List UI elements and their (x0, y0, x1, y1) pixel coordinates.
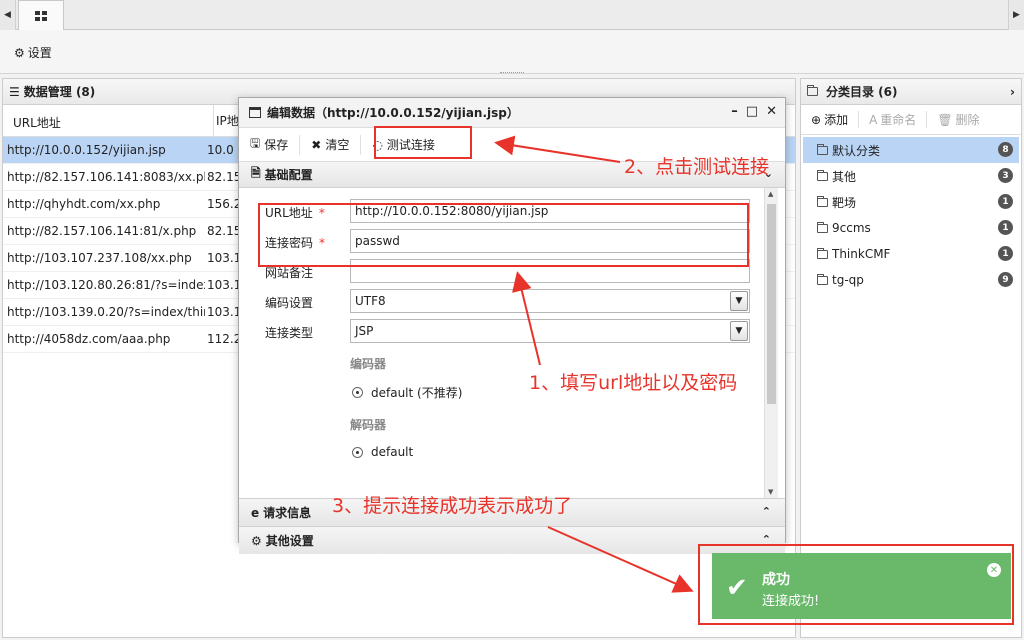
chevron-down-icon: ▼ (730, 321, 748, 341)
folder-icon (817, 169, 828, 181)
category-item[interactable]: 默认分类 8 (803, 137, 1019, 163)
radio-icon (352, 387, 363, 398)
floppy-icon: 🖫 (250, 136, 261, 150)
highlight-credentials (258, 203, 749, 267)
list-icon: ☰ (9, 84, 20, 99)
category-item[interactable]: 其他 3 (803, 163, 1019, 189)
highlight-test-button (374, 126, 472, 159)
rename-category-button[interactable]: A 重命名 (859, 111, 928, 128)
chevron-down-icon: ▼ (730, 291, 748, 311)
category-item[interactable]: 靶场 1 (803, 189, 1019, 215)
column-ip[interactable]: IP地 (213, 105, 239, 137)
tab-bar: ◀ ▶ (0, 0, 1024, 31)
plus-icon: ⊕ (811, 112, 822, 127)
count-badge: 9 (998, 272, 1013, 287)
encoding-select[interactable]: UTF8 ▼ (350, 289, 750, 313)
count-badge: 3 (998, 168, 1013, 183)
count-badge: 1 (998, 246, 1013, 261)
category-panel-header: 分类目录 (6) › (801, 79, 1021, 105)
scroll-up-icon[interactable]: ▲ (768, 190, 773, 198)
font-icon: A (869, 112, 878, 127)
category-item[interactable]: tg-qp 9 (803, 267, 1019, 293)
settings-button[interactable]: ⚙ 设置 (14, 44, 52, 61)
toast-message: 连接成功! (762, 594, 820, 609)
window-icon (249, 107, 261, 118)
decoder-radio-default[interactable]: default (352, 445, 413, 459)
maximize-icon[interactable]: □ (746, 104, 758, 119)
resize-handle[interactable] (500, 72, 524, 75)
form-scrollbar[interactable]: ▲ ▼ (764, 188, 778, 498)
scroll-left-icon[interactable]: ◀ (0, 0, 16, 30)
folder-icon (817, 195, 828, 207)
type-select[interactable]: JSP ▼ (350, 319, 750, 343)
annotation-step3: 3、提示连接成功表示成功了 (332, 495, 573, 517)
category-toolbar: ⊕ 添加 A 重命名 🗑 删除 (801, 105, 1021, 135)
scrollbar-thumb[interactable] (767, 204, 776, 404)
close-icon[interactable]: ✕ (987, 563, 1001, 577)
close-icon[interactable]: ✕ (766, 104, 777, 119)
type-label: 连接类型 (265, 326, 314, 340)
decoder-heading: 解码器 (350, 418, 387, 432)
radio-icon (352, 446, 363, 458)
clear-button[interactable]: ✖ 清空 (300, 134, 362, 155)
folder-icon (817, 273, 828, 285)
encoding-label: 编码设置 (265, 296, 314, 310)
category-item[interactable]: ThinkCMF 1 (803, 241, 1019, 267)
save-button[interactable]: 🖫 保存 (239, 134, 301, 155)
folder-icon (807, 85, 818, 96)
count-badge: 1 (998, 194, 1013, 209)
file-icon: 🗎 (251, 166, 261, 180)
dialog-titlebar[interactable]: 编辑数据（http://10.0.0.152/yijian.jsp） – □ ✕ (239, 98, 785, 128)
count-badge: 8 (998, 142, 1013, 157)
folder-icon (817, 221, 828, 233)
annotation-step1: 1、填写url地址以及密码 (529, 372, 738, 394)
dialog-title: 编辑数据（http://10.0.0.152/yijian.jsp） (267, 106, 519, 120)
folder-icon (817, 247, 828, 259)
encoder-heading: 编码器 (350, 357, 387, 371)
gear-icon: ⚙ (14, 45, 25, 60)
minimize-icon[interactable]: – (731, 104, 738, 119)
tab-home[interactable] (18, 0, 64, 31)
category-item[interactable]: 9ccms 1 (803, 215, 1019, 241)
success-toast: ✔ 成功 连接成功! ✕ (712, 553, 1011, 619)
gears-icon: ⚙ (251, 533, 262, 548)
column-url[interactable]: URL地址 (13, 114, 61, 131)
toast-title: 成功 (762, 572, 790, 588)
scroll-right-icon[interactable]: ▶ (1008, 0, 1024, 30)
count-badge: 1 (998, 220, 1013, 235)
annotation-step2: 2、点击测试连接 (624, 156, 770, 178)
edge-icon: e (251, 505, 260, 520)
encoder-radio-default[interactable]: default (不推荐) (352, 384, 462, 401)
main-toolbar: ⚙ 设置 (0, 30, 1024, 74)
trash-icon: 🗑 (937, 112, 953, 127)
folder-icon (817, 143, 828, 155)
x-icon: ✖ (311, 137, 322, 152)
grid-icon (35, 11, 47, 21)
check-icon: ✔ (726, 573, 748, 603)
delete-category-button[interactable]: 🗑 删除 (927, 111, 989, 128)
chevron-right-icon[interactable]: › (1010, 85, 1015, 99)
scroll-down-icon[interactable]: ▼ (768, 488, 773, 496)
chevron-up-icon: ⌃ (761, 505, 771, 518)
add-category-button[interactable]: ⊕ 添加 (801, 111, 860, 128)
